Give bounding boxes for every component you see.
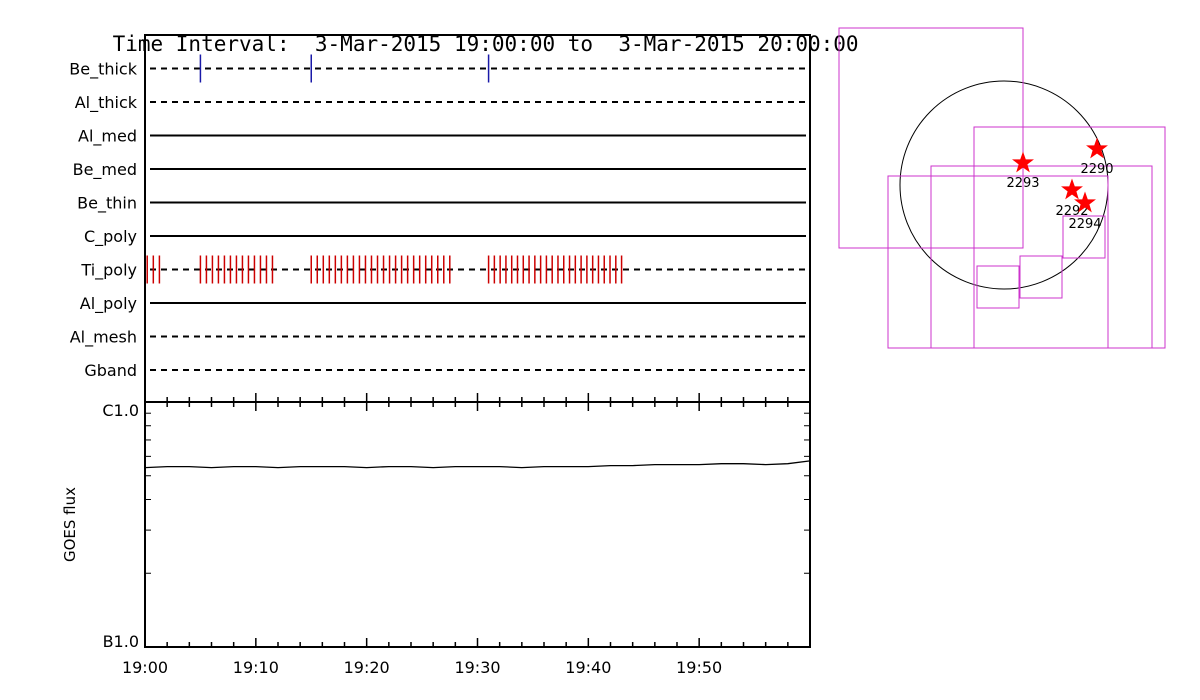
x-tick-label-5: 19:50 bbox=[676, 658, 722, 677]
x-tick-label-1: 19:10 bbox=[233, 658, 279, 677]
goes-flux-chart: C1.0 B1.0 GOES flux 19:00 19:10 19:20 19:30 19:… bbox=[61, 393, 811, 677]
row-label-gband: Gband bbox=[84, 361, 137, 380]
goes-flux-line-0 bbox=[144, 460, 811, 469]
goes-frame bbox=[144, 401, 811, 648]
x-tick-label-3: 19:30 bbox=[454, 658, 500, 677]
pointing-box-1 bbox=[973, 126, 1166, 349]
x-tick-label-4: 19:40 bbox=[565, 658, 611, 677]
row-label-al-thick: Al_thick bbox=[75, 93, 138, 113]
active-region-label-2294: 2294 bbox=[1068, 217, 1101, 232]
y-tick-label-top: C1.0 bbox=[102, 401, 139, 420]
timeline-frame bbox=[144, 34, 811, 403]
pointing-box-3 bbox=[887, 175, 1109, 349]
filter-timeline-chart: Be_thick Al_thick Al_med Be_med Be_thin C_pol… bbox=[69, 34, 811, 403]
x-tick-label-0: 19:00 bbox=[122, 658, 168, 677]
x-tick-label-2: 19:20 bbox=[344, 658, 390, 677]
row-label-al-med: Al_med bbox=[78, 127, 137, 147]
chart-canvas: Be_thick Al_thick Al_med Be_med Be_thin C_pol… bbox=[61, 27, 1166, 677]
pointing-box-2 bbox=[930, 165, 1153, 349]
row-label-c-poly: C_poly bbox=[84, 227, 137, 247]
active-region-star-2292 bbox=[1061, 178, 1083, 200]
image-box-1 bbox=[1019, 255, 1063, 299]
row-label-al-poly: Al_poly bbox=[80, 294, 137, 314]
y-tick-label-bottom: B1.0 bbox=[103, 632, 139, 651]
row-label-be-thick: Be_thick bbox=[69, 60, 137, 80]
active-region-label-2293: 2293 bbox=[1006, 176, 1039, 191]
active-region-label-2290: 2290 bbox=[1080, 162, 1113, 177]
row-label-be-med: Be_med bbox=[73, 160, 137, 180]
row-label-ti-poly: Ti_poly bbox=[80, 261, 137, 281]
row-label-al-mesh: Al_mesh bbox=[70, 328, 137, 348]
hessi-observing-summary: Time Interval: 3-Mar-2015 19:00:00 to 3-… bbox=[0, 0, 1200, 700]
y-axis-label: GOES flux bbox=[61, 487, 79, 562]
row-label-be-thin: Be_thin bbox=[77, 194, 137, 214]
sun-map: 2293229022922294 bbox=[838, 27, 1166, 349]
